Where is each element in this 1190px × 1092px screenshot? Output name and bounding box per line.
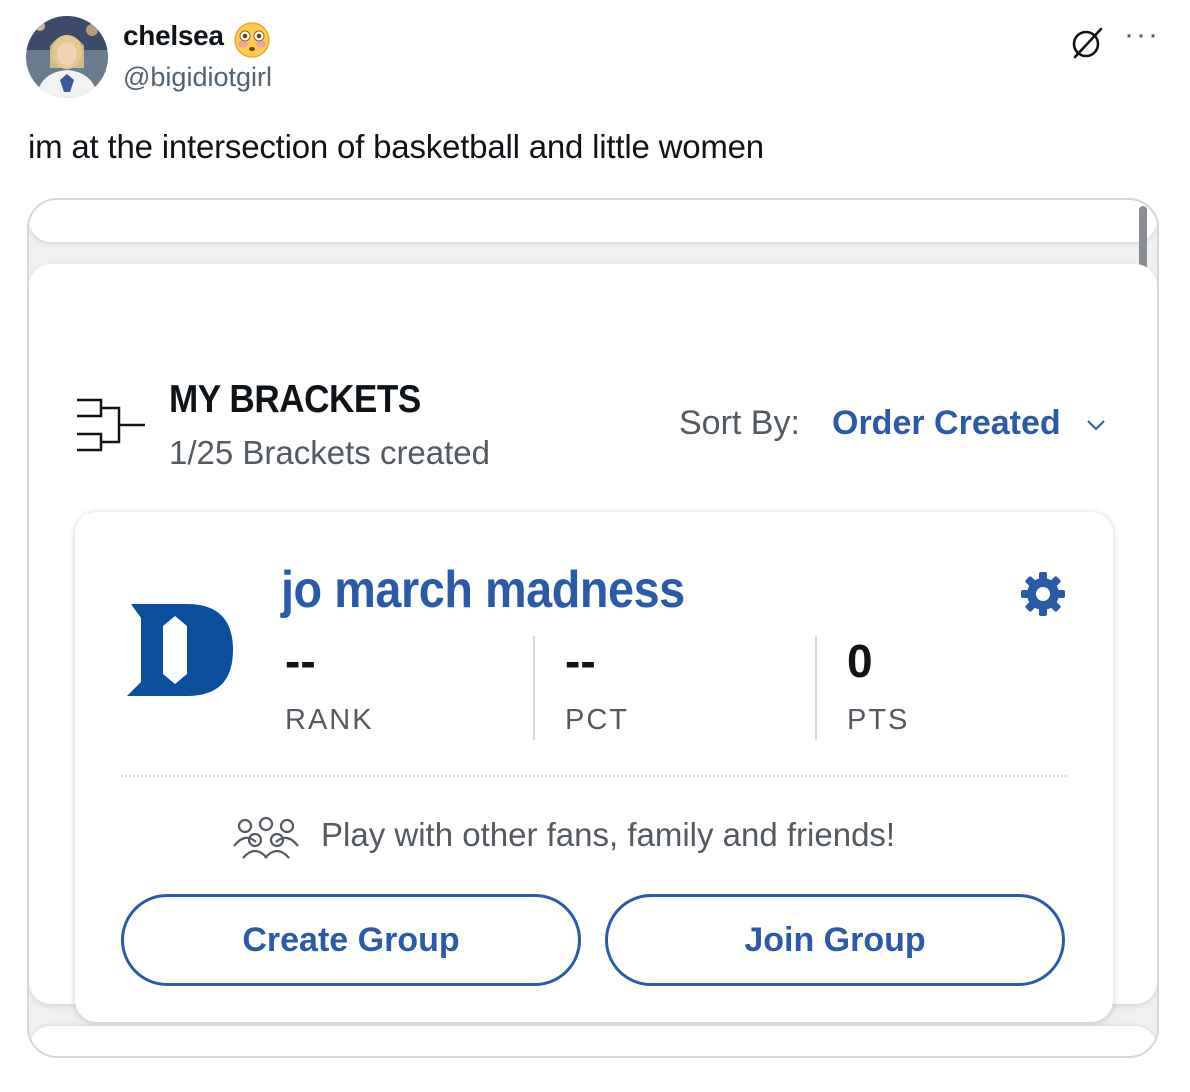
create-group-button[interactable]: Create Group xyxy=(121,894,581,986)
section-title: MY BRACKETS xyxy=(169,378,421,421)
promo-text: Play with other fans, family and friends… xyxy=(321,816,896,853)
previous-card xyxy=(29,200,1157,242)
pts-label: PTS xyxy=(847,704,910,736)
display-name[interactable]: chelsea xyxy=(123,20,224,52)
sort-label: Sort By: xyxy=(679,404,800,442)
user-handle[interactable]: @bigidiotgirl xyxy=(123,62,272,93)
pct-label: PCT xyxy=(565,704,629,736)
avatar[interactable] xyxy=(26,16,108,98)
rank-value: -- xyxy=(285,635,316,687)
grok-icon[interactable] xyxy=(1068,24,1106,62)
my-brackets-card: MY BRACKETS 1/25 Brackets created Sort B… xyxy=(29,264,1157,1022)
pct-stat: -- PCT xyxy=(565,634,805,738)
bracket-icon xyxy=(75,396,147,454)
group-people-icon xyxy=(231,816,301,860)
tweet-media[interactable]: MY BRACKETS 1/25 Brackets created Sort B… xyxy=(27,198,1159,1058)
pts-stat: 0 PTS xyxy=(847,634,1087,738)
gear-icon[interactable] xyxy=(1019,570,1067,618)
join-group-button[interactable]: Join Group xyxy=(605,894,1065,986)
flushed-face-icon xyxy=(232,20,272,60)
bracket-card[interactable]: jo march madness -- RANK -- PCT 0 PTS Pl… xyxy=(75,512,1113,1022)
stat-divider xyxy=(815,636,817,740)
more-options-icon[interactable]: ··· xyxy=(1124,20,1160,50)
duke-logo xyxy=(125,602,235,698)
tweet-text: im at the intersection of basketball and… xyxy=(28,128,764,165)
chevron-down-icon[interactable] xyxy=(1085,414,1107,436)
sort-dropdown[interactable]: Order Created xyxy=(832,404,1061,443)
divider xyxy=(121,775,1067,777)
bracket-name[interactable]: jo march madness xyxy=(281,560,685,620)
stat-divider xyxy=(533,636,535,740)
pts-value: 0 xyxy=(847,635,873,687)
brackets-count: 1/25 Brackets created xyxy=(169,434,491,471)
pct-value: -- xyxy=(565,635,596,687)
next-card xyxy=(29,1026,1157,1056)
rank-stat: -- RANK xyxy=(285,634,525,738)
rank-label: RANK xyxy=(285,704,374,736)
